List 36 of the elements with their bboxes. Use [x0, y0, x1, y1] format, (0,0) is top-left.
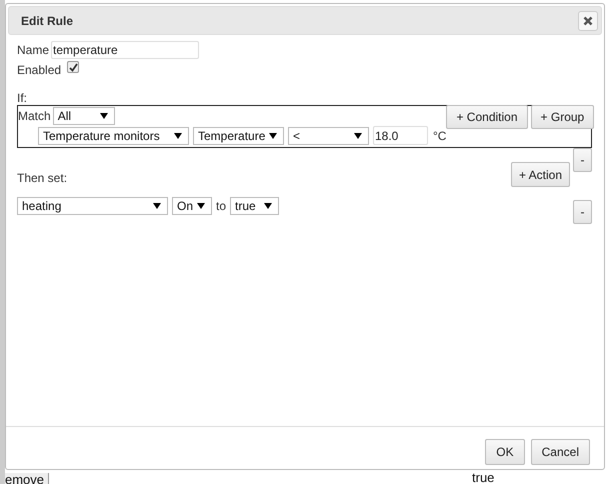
remove-button[interactable]: - [573, 148, 592, 172]
remove-button[interactable]: - [573, 200, 592, 224]
unit-label: °C [433, 128, 446, 142]
caret-icon [100, 113, 108, 119]
field-label: Name [17, 43, 50, 57]
close-icon [583, 16, 593, 26]
ok-button[interactable]: OK [485, 439, 525, 465]
section-label: Then set: [17, 171, 68, 185]
caret-icon [197, 203, 205, 209]
device-select[interactable]: heating [17, 197, 168, 215]
caret-icon [269, 132, 277, 138]
window-title: Edit Rule [21, 14, 74, 28]
caret-icon [354, 132, 362, 138]
table-cell: true [472, 471, 494, 484]
caret-icon [264, 203, 272, 209]
value-field[interactable]: 18.0 [373, 126, 428, 145]
match-select[interactable]: All [52, 107, 115, 125]
close-button[interactable] [578, 10, 598, 30]
enabled-checkbox[interactable] [67, 61, 80, 73]
name-field[interactable]: temperature [51, 41, 200, 59]
cancel-button[interactable]: Cancel [530, 439, 590, 465]
add-condition-button[interactable]: + Condition [446, 105, 528, 129]
value-select[interactable]: true [230, 197, 280, 215]
section-label: If: [17, 91, 28, 105]
operator-select[interactable]: < [288, 126, 369, 144]
add-group-button[interactable]: + Group [530, 105, 594, 129]
caret-icon [174, 132, 182, 138]
field-label: Enabled [17, 63, 62, 77]
table-cell: emove [5, 473, 50, 484]
caret-icon [153, 203, 161, 209]
field-label: Match [18, 109, 51, 123]
property-select[interactable]: Temperature [193, 126, 284, 144]
device-select[interactable]: Temperature monitors [38, 126, 189, 144]
to-label: to [216, 199, 226, 213]
add-action-button[interactable]: + Action [510, 162, 570, 187]
property-select[interactable]: On [172, 197, 212, 215]
